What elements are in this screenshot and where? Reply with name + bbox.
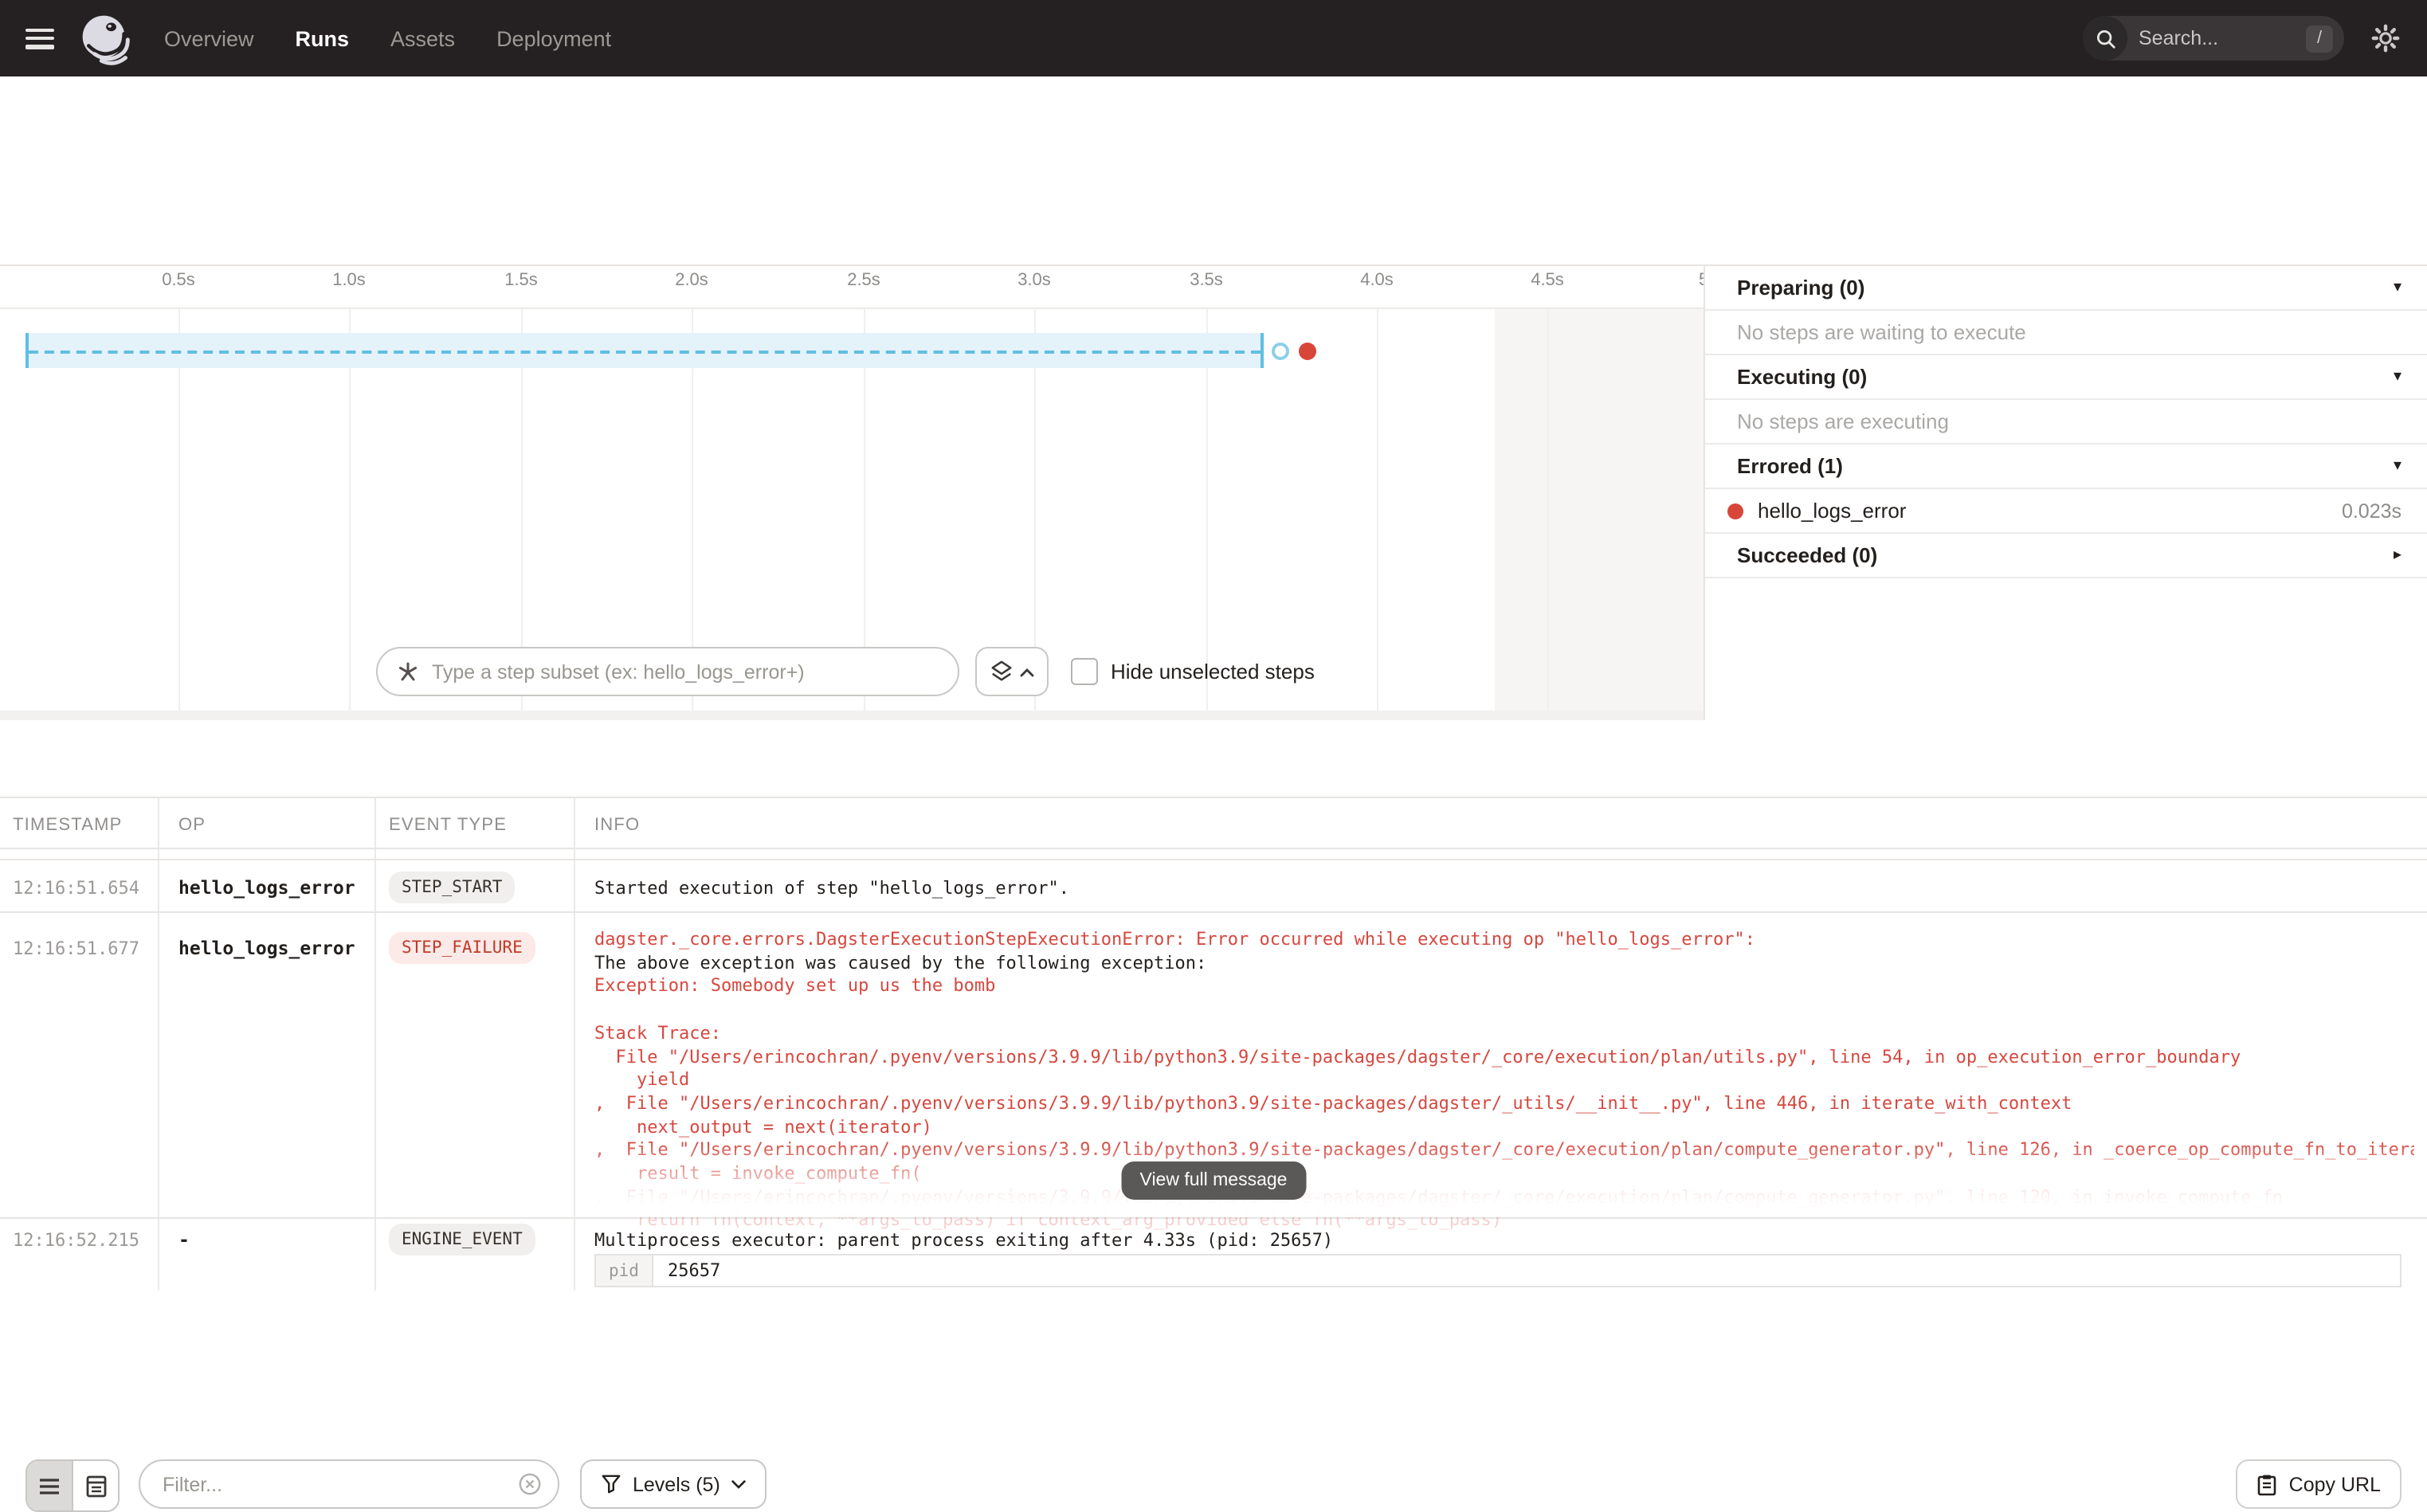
tick-label: 3.0s <box>1017 271 1051 290</box>
top-nav: Overview Runs Assets Deployment Search..… <box>0 0 2427 76</box>
tick-label: 0.5s <box>162 271 195 290</box>
nav-item-deployment[interactable]: Deployment <box>496 26 611 50</box>
nav-links: Overview Runs Assets Deployment <box>164 26 611 50</box>
run-header: 7e236874 Failure Run of demo_job_error @… <box>0 76 2427 178</box>
clear-filter-icon[interactable] <box>518 1472 542 1496</box>
log-info-text: Multiprocess executor: parent process ex… <box>594 1230 1333 1251</box>
search-input[interactable]: Search... / <box>2083 16 2344 61</box>
levels-filter-button[interactable]: Levels (5) <box>580 1459 767 1509</box>
nav-item-overview[interactable]: Overview <box>164 26 254 50</box>
log-table: TIMESTAMP OP EVENT TYPE INFO 12:16:51.65… <box>0 797 2427 1291</box>
view-full-message-button[interactable]: View full message <box>1121 1161 1307 1200</box>
nav-item-runs[interactable]: Runs <box>296 26 350 50</box>
log-timestamp: 12:16:52.215 <box>13 1230 139 1251</box>
metadata-key: pid <box>596 1255 653 1286</box>
tick-label: 1.5s <box>504 271 538 290</box>
step-duration: 0.023s <box>2342 499 2402 522</box>
log-info-text: Started execution of step "hello_logs_er… <box>594 878 1069 899</box>
message-fade-overlay <box>575 1141 2427 1217</box>
event-type-badge: STEP_FAILURE <box>389 932 535 964</box>
gantt-step-bar[interactable] <box>25 333 1264 368</box>
step-subset-input[interactable]: Type a step subset (ex: hello_logs_error… <box>376 647 959 696</box>
copy-url-button[interactable]: Copy URL <box>2237 1459 2402 1509</box>
tick-label: 2.5s <box>847 271 880 290</box>
log-op-name: hello_logs_error <box>178 937 355 959</box>
log-toolbar: Filter... Levels (5) Copy URL <box>0 720 2427 797</box>
tick-label: 3.5s <box>1190 271 1223 290</box>
metadata-value: 25657 <box>653 1255 2400 1286</box>
tick-label: 1.0s <box>332 271 366 290</box>
step-status-panel: Preparing (0) ▾ No steps are waiting to … <box>1704 264 2427 720</box>
log-filter-input[interactable]: Filter... <box>139 1459 559 1509</box>
gantt-chart[interactable]: 0.5s 1.0s 1.5s 2.0s 2.5s 3.0s 3.5s 4.0s … <box>0 264 1704 723</box>
search-icon <box>2083 16 2127 61</box>
event-metadata-table: pid 25657 <box>594 1254 2402 1287</box>
event-type-badge: STEP_START <box>389 872 515 903</box>
search-shortcut-badge: / <box>2306 25 2333 52</box>
section-header-preparing[interactable]: Preparing (0) ▾ <box>1705 266 2427 311</box>
section-header-succeeded[interactable]: Succeeded (0) ▸ <box>1705 534 2427 578</box>
layers-icon <box>990 660 1014 684</box>
settings-gear-icon[interactable] <box>2371 24 2400 53</box>
gantt-overrun-band <box>1495 309 1704 722</box>
col-header-info: INFO <box>594 816 640 835</box>
op-selector-icon <box>397 660 419 683</box>
gantt-toolbar: Hide not started steps Re-execute all (*… <box>0 177 2427 264</box>
section-header-executing[interactable]: Executing (0) ▾ <box>1705 355 2427 400</box>
caret-down-icon: ▾ <box>2394 457 2402 475</box>
chevron-down-icon <box>731 1479 746 1489</box>
tick-label: 2.0s <box>675 271 708 290</box>
structured-view-button[interactable] <box>73 1461 118 1510</box>
col-header-event-type: EVENT TYPE <box>389 816 507 835</box>
caret-down-icon: ▾ <box>2394 279 2402 296</box>
search-placeholder: Search... <box>2139 27 2306 49</box>
step-subset-placeholder: Type a step subset (ex: hello_logs_error… <box>432 660 805 683</box>
filter-placeholder: Filter... <box>163 1473 518 1495</box>
section-empty-preparing: No steps are waiting to execute <box>1705 311 2427 355</box>
section-empty-executing: No steps are executing <box>1705 400 2427 445</box>
tick-label: 4.5s <box>1531 271 1564 290</box>
caret-down-icon: ▾ <box>2394 368 2402 386</box>
log-row-partial[interactable] <box>0 849 2427 860</box>
step-status-dot-icon <box>1727 503 1743 519</box>
graph-query-toggle-button[interactable] <box>975 647 1049 696</box>
step-name: hello_logs_error <box>1758 499 1906 523</box>
nav-item-assets[interactable]: Assets <box>390 26 455 50</box>
gantt-step-open-marker[interactable] <box>1272 343 1289 360</box>
caret-right-icon: ▸ <box>2394 546 2402 564</box>
caret-up-icon <box>1020 667 1034 676</box>
section-header-errored[interactable]: Errored (1) ▾ <box>1705 445 2427 489</box>
clipboard-icon <box>2257 1473 2278 1495</box>
log-row-step-failure[interactable]: 12:16:51.677 hello_logs_error STEP_FAILU… <box>0 913 2427 1219</box>
tick-label: 4.0s <box>1360 271 1394 290</box>
gantt-step-failure-marker[interactable] <box>1299 343 1316 360</box>
event-type-badge: ENGINE_EVENT <box>389 1224 535 1255</box>
log-table-header: TIMESTAMP OP EVENT TYPE INFO <box>0 798 2427 849</box>
log-row-step-start[interactable]: 12:16:51.654 hello_logs_error STEP_START… <box>0 860 2427 913</box>
log-view-mode-group <box>25 1459 120 1512</box>
col-header-op: OP <box>178 816 206 835</box>
dagster-logo-icon[interactable] <box>78 10 132 67</box>
hide-unselected-label: Hide unselected steps <box>1111 660 1315 684</box>
log-timestamp: 12:16:51.654 <box>13 878 139 899</box>
errored-step-row[interactable]: hello_logs_error 0.023s <box>1705 489 2427 534</box>
hide-unselected-checkbox[interactable] <box>1071 658 1098 685</box>
col-header-timestamp: TIMESTAMP <box>13 816 123 835</box>
log-op-name: - <box>178 1228 190 1251</box>
funnel-icon <box>601 1474 621 1494</box>
log-op-name: hello_logs_error <box>178 876 355 899</box>
log-timestamp: 12:16:51.677 <box>13 938 139 959</box>
log-row-engine-event[interactable]: 12:16:52.215 - ENGINE_EVENT Multiprocess… <box>0 1219 2427 1291</box>
menu-icon[interactable] <box>25 28 54 49</box>
list-view-button[interactable] <box>27 1461 73 1510</box>
